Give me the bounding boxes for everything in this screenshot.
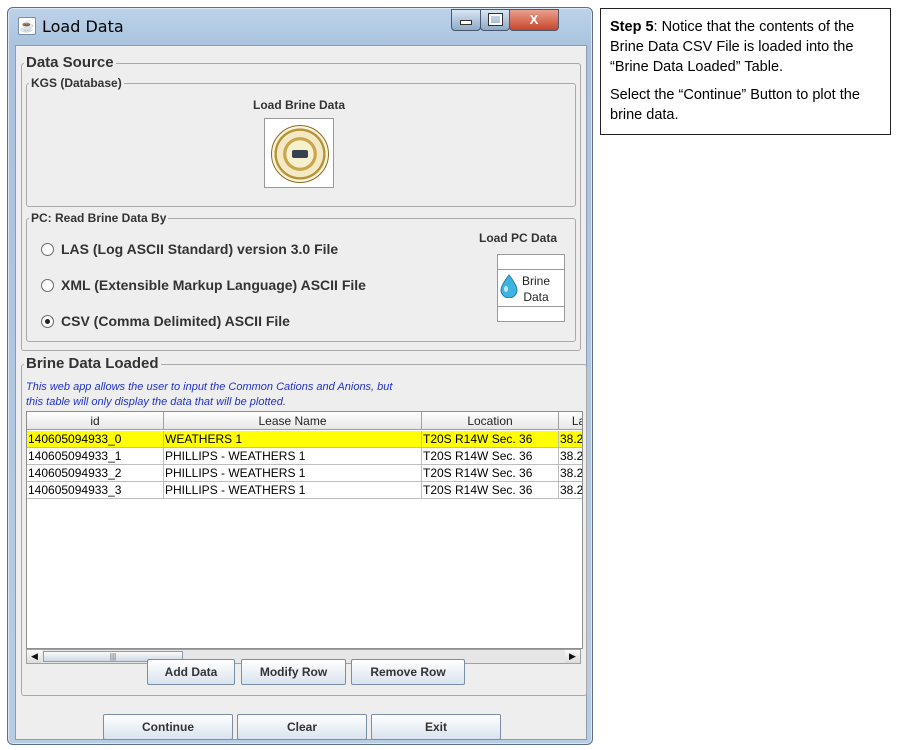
data-source-title: Data Source	[24, 54, 116, 71]
brine-data-table[interactable]: id Lease Name Location La 140605094933_0…	[26, 411, 583, 649]
add-data-button[interactable]: Add Data	[147, 659, 235, 685]
cell-location: T20S R14W Sec. 36	[422, 448, 559, 465]
java-coffee-icon: ☕	[18, 17, 36, 35]
load-data-window: ☕ Load Data X Data Source KGS (Database)…	[7, 7, 593, 745]
brine-data-loaded-group: Brine Data Loaded This web app allows th…	[21, 355, 587, 696]
load-brine-data-label: Load Brine Data	[253, 98, 346, 112]
step-label: Step 5	[610, 19, 654, 35]
table-header: id Lease Name Location La	[27, 412, 582, 431]
instruction-text: Select the “Continue” Button to plot the…	[610, 87, 860, 123]
continue-button[interactable]: Continue	[103, 714, 233, 740]
load-pc-data-label: Load PC Data	[479, 231, 558, 245]
cell-latitude: 38.2	[559, 448, 582, 465]
instruction-callout: Step 5: Notice that the contents of the …	[600, 8, 891, 135]
close-icon: X	[529, 12, 539, 27]
cell-id: 140605094933_0	[27, 431, 164, 448]
radio-las-button[interactable]	[41, 242, 54, 256]
maximize-icon	[487, 13, 503, 26]
brine-data-loaded-title: Brine Data Loaded	[24, 355, 161, 372]
maximize-button[interactable]	[480, 9, 510, 31]
pc-button-face: Brine Data	[498, 269, 564, 307]
radio-las-label: LAS (Log ASCII Standard) version 3.0 Fil…	[61, 241, 339, 257]
kgs-title: KGS (Database)	[29, 76, 124, 90]
radio-xml-button[interactable]	[41, 278, 54, 292]
cell-location: T20S R14W Sec. 36	[422, 482, 559, 499]
column-header-latitude[interactable]: La	[559, 412, 582, 430]
column-header-location[interactable]: Location	[422, 412, 559, 430]
scroll-right-icon[interactable]: ▶	[565, 650, 580, 663]
window-content: Data Source KGS (Database) Load Brine Da…	[15, 45, 587, 740]
close-button[interactable]: X	[509, 9, 559, 31]
pc-button-line2: Data	[523, 290, 549, 304]
scroll-left-icon[interactable]: ◀	[27, 650, 42, 663]
cell-latitude: 38.2	[559, 482, 582, 499]
kgs-load-button[interactable]	[264, 118, 334, 188]
remove-row-button[interactable]: Remove Row	[351, 659, 465, 685]
table-row[interactable]: 140605094933_2 PHILLIPS - WEATHERS 1 T20…	[27, 465, 582, 482]
cell-location: T20S R14W Sec. 36	[422, 465, 559, 482]
radio-xml[interactable]: XML (Extensible Markup Language) ASCII F…	[41, 277, 366, 293]
cell-id: 140605094933_1	[27, 448, 164, 465]
pc-group: PC: Read Brine Data By LAS (Log ASCII St…	[26, 211, 576, 342]
data-source-group: Data Source KGS (Database) Load Brine Da…	[21, 54, 581, 351]
cell-lease-name: PHILLIPS - WEATHERS 1	[164, 448, 422, 465]
load-pc-data-button[interactable]: Brine Data	[497, 254, 565, 322]
pc-button-line1: Brine	[522, 274, 551, 288]
water-drop-icon	[500, 274, 518, 298]
cell-id: 140605094933_3	[27, 482, 164, 499]
minimize-icon	[460, 20, 472, 25]
minimize-button[interactable]	[451, 9, 481, 31]
modify-row-button[interactable]: Modify Row	[241, 659, 346, 685]
title-bar[interactable]: ☕ Load Data X	[8, 8, 592, 42]
exit-button[interactable]: Exit	[371, 714, 501, 740]
radio-xml-label: XML (Extensible Markup Language) ASCII F…	[61, 277, 366, 293]
cell-latitude: 38.2	[559, 465, 582, 482]
table-row[interactable]: 140605094933_3 PHILLIPS - WEATHERS 1 T20…	[27, 482, 582, 499]
column-header-lease-name[interactable]: Lease Name	[164, 412, 422, 430]
radio-csv-label: CSV (Comma Delimited) ASCII File	[61, 313, 290, 329]
cell-lease-name: PHILLIPS - WEATHERS 1	[164, 482, 422, 499]
radio-las[interactable]: LAS (Log ASCII Standard) version 3.0 Fil…	[41, 241, 338, 257]
table-row[interactable]: 140605094933_0 WEATHERS 1 T20S R14W Sec.…	[27, 431, 582, 448]
clear-button[interactable]: Clear	[237, 714, 367, 740]
radio-csv[interactable]: CSV (Comma Delimited) ASCII File	[41, 313, 290, 329]
table-row[interactable]: 140605094933_1 PHILLIPS - WEATHERS 1 T20…	[27, 448, 582, 465]
pc-title: PC: Read Brine Data By	[29, 211, 169, 225]
cell-lease-name: WEATHERS 1	[164, 431, 422, 448]
radio-csv-button[interactable]	[41, 314, 54, 328]
window-title: Load Data	[42, 17, 124, 36]
cell-latitude: 38.2	[559, 431, 582, 448]
cell-location: T20S R14W Sec. 36	[422, 431, 559, 448]
kgs-group: KGS (Database) Load Brine Data	[26, 76, 576, 207]
kgs-seal-icon	[271, 125, 329, 183]
cell-lease-name: PHILLIPS - WEATHERS 1	[164, 465, 422, 482]
cell-id: 140605094933_2	[27, 465, 164, 482]
note-line-2: this table will only display the data th…	[26, 396, 286, 408]
column-header-id[interactable]: id	[27, 412, 164, 430]
note-line-1: This web app allows the user to input th…	[26, 381, 393, 393]
step-paragraph: Step 5: Notice that the contents of the …	[610, 17, 881, 77]
pc-button-text: Brine Data	[522, 273, 550, 305]
